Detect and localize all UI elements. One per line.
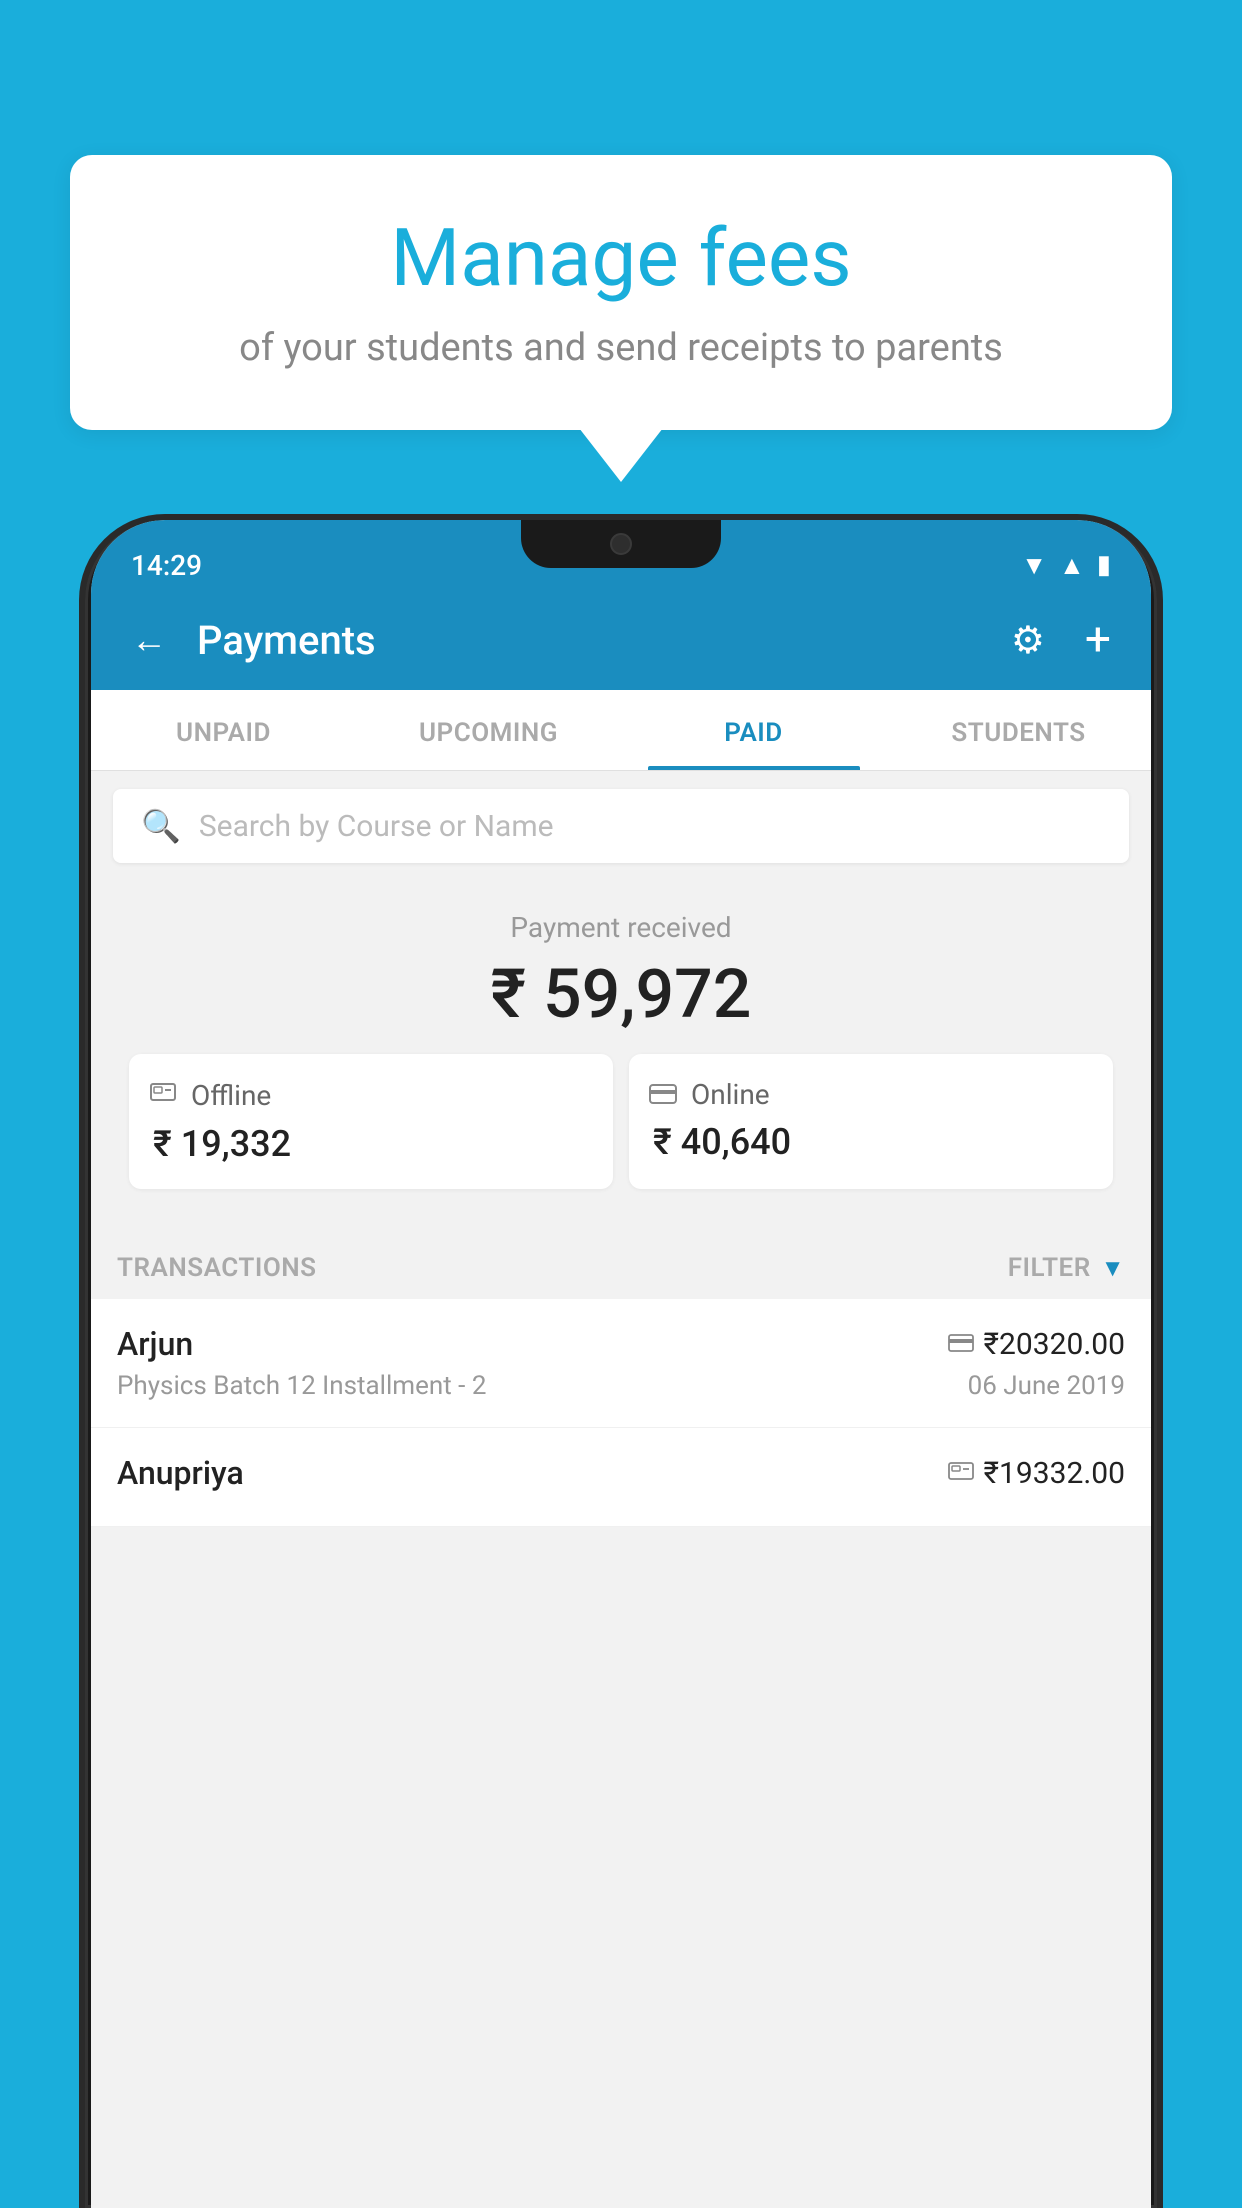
online-card-icon [649, 1078, 677, 1111]
online-label: Online [691, 1078, 770, 1111]
header-title: Payments [197, 617, 981, 664]
transaction-amount: ₹20320.00 [984, 1327, 1125, 1362]
tab-unpaid[interactable]: UNPAID [91, 690, 356, 770]
filter-button[interactable]: FILTER ▼ [1008, 1253, 1125, 1283]
battery-icon: ▮ [1097, 550, 1111, 580]
app-header: ← Payments ⚙ + [91, 590, 1151, 690]
online-amount: ₹ 40,640 [649, 1121, 1093, 1163]
transaction-name: Arjun [117, 1325, 193, 1363]
transaction-top: Anupriya ₹19332.00 [117, 1454, 1125, 1492]
bubble-subtitle: of your students and send receipts to pa… [130, 326, 1112, 370]
signal-icon: ▲ [1059, 550, 1085, 581]
online-card: Online ₹ 40,640 [629, 1054, 1113, 1189]
payment-summary: Payment received ₹ 59,972 [91, 881, 1151, 1233]
search-box[interactable]: 🔍 Search by Course or Name [113, 789, 1129, 863]
bubble-title: Manage fees [130, 210, 1112, 306]
table-row[interactable]: Arjun ₹20320.00 Physics Batch 12 Install… [91, 1299, 1151, 1428]
online-payment-icon [948, 1329, 974, 1359]
payment-cards-row: Offline ₹ 19,332 Online [111, 1054, 1131, 1213]
camera-dot [610, 533, 632, 555]
phone-frame: 14:29 ▼ ▲ ▮ ← Payments ⚙ + UNPAID UPCOMI… [85, 520, 1157, 2208]
table-row[interactable]: Anupriya ₹19332.00 [91, 1428, 1151, 1527]
transaction-name: Anupriya [117, 1454, 244, 1492]
back-button[interactable]: ← [121, 609, 177, 671]
transaction-amount-wrap: ₹20320.00 [948, 1327, 1125, 1362]
offline-card: Offline ₹ 19,332 [129, 1054, 613, 1189]
transaction-top: Arjun ₹20320.00 [117, 1325, 1125, 1363]
search-icon: 🔍 [141, 807, 181, 845]
status-time: 14:29 [131, 549, 202, 582]
search-container: 🔍 Search by Course or Name [91, 771, 1151, 881]
settings-button[interactable]: ⚙ [1001, 608, 1055, 673]
transactions-header: TRANSACTIONS FILTER ▼ [91, 1233, 1151, 1299]
transaction-date: 06 June 2019 [968, 1371, 1125, 1401]
speech-bubble: Manage fees of your students and send re… [70, 155, 1172, 430]
filter-icon: ▼ [1101, 1254, 1125, 1283]
payment-total-amount: ₹ 59,972 [111, 954, 1131, 1034]
payment-received-label: Payment received [111, 911, 1131, 944]
status-icons: ▼ ▲ ▮ [1021, 550, 1111, 581]
phone-notch [521, 520, 721, 568]
tabs-bar: UNPAID UPCOMING PAID STUDENTS [91, 690, 1151, 771]
tab-students[interactable]: STUDENTS [886, 690, 1151, 770]
search-input[interactable]: Search by Course or Name [199, 809, 554, 844]
transaction-course: Physics Batch 12 Installment - 2 [117, 1371, 486, 1401]
transactions-label: TRANSACTIONS [117, 1253, 317, 1283]
phone-screen: 14:29 ▼ ▲ ▮ ← Payments ⚙ + UNPAID UPCOMI… [91, 520, 1151, 2208]
offline-icon [149, 1078, 177, 1113]
transaction-amount: ₹19332.00 [984, 1456, 1125, 1491]
transaction-bottom: Physics Batch 12 Installment - 2 06 June… [117, 1371, 1125, 1401]
offline-amount: ₹ 19,332 [149, 1123, 593, 1165]
offline-payment-icon [948, 1458, 974, 1488]
filter-label: FILTER [1008, 1253, 1091, 1283]
offline-label: Offline [191, 1079, 271, 1112]
tab-upcoming[interactable]: UPCOMING [356, 690, 621, 770]
transaction-list: Arjun ₹20320.00 Physics Batch 12 Install… [91, 1299, 1151, 1527]
speech-bubble-container: Manage fees of your students and send re… [70, 155, 1172, 430]
add-button[interactable]: + [1075, 603, 1121, 677]
tab-paid[interactable]: PAID [621, 690, 886, 770]
online-card-header: Online [649, 1078, 1093, 1111]
transaction-amount-wrap: ₹19332.00 [948, 1456, 1125, 1491]
offline-card-header: Offline [149, 1078, 593, 1113]
wifi-icon: ▼ [1021, 550, 1047, 581]
